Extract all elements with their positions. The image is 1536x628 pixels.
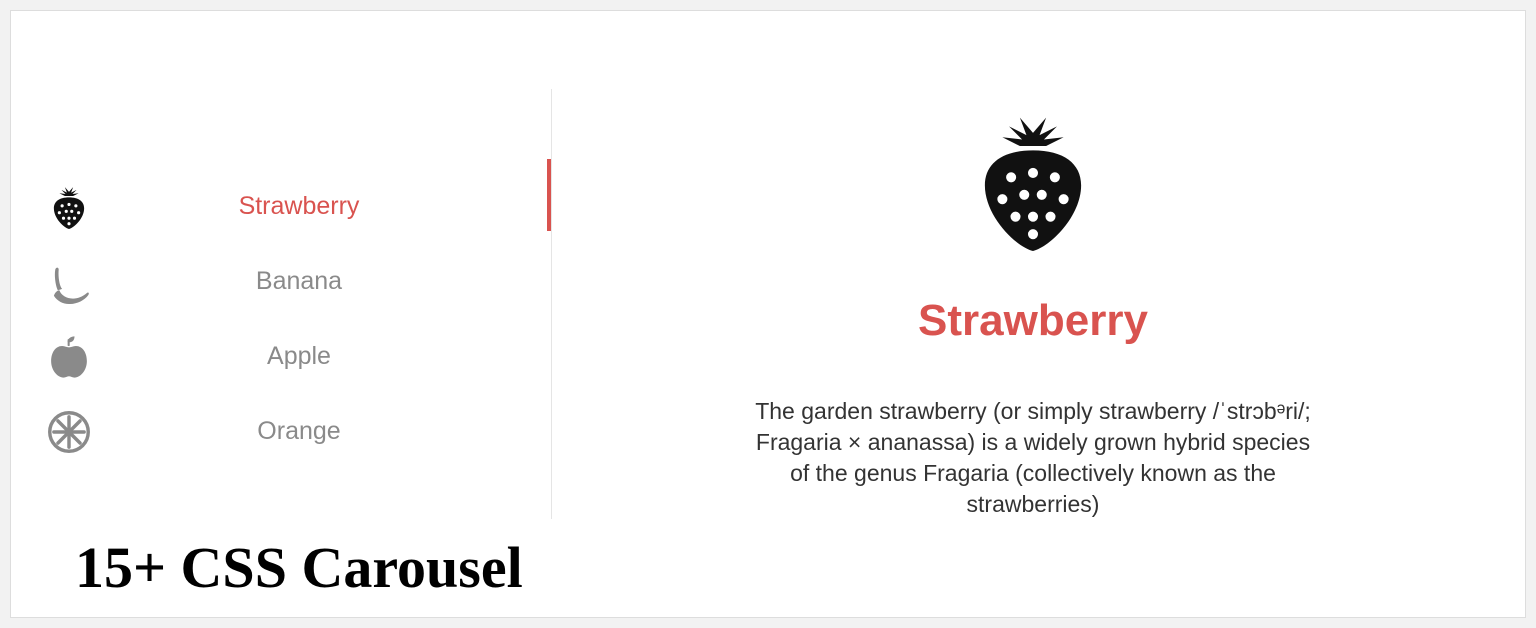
nav-item-label: Banana <box>107 267 551 296</box>
apple-icon <box>47 335 107 379</box>
banana-icon <box>47 260 107 304</box>
nav-item-label: Orange <box>107 417 551 446</box>
vertical-divider <box>551 89 552 519</box>
detail-title: Strawberry <box>918 296 1148 346</box>
nav-item-orange[interactable]: Orange <box>11 394 551 469</box>
nav-item-apple[interactable]: Apple <box>11 319 551 394</box>
orange-icon <box>47 410 107 454</box>
nav-list: Strawberry Banana Apple Orange <box>11 169 551 469</box>
carousel-card: Strawberry Banana Apple Orange <box>10 10 1526 618</box>
strawberry-icon <box>47 185 107 229</box>
page-heading: 15+ CSS Carousel <box>75 534 523 601</box>
detail-panel: Strawberry The garden strawberry (or sim… <box>581 81 1485 577</box>
nav-item-banana[interactable]: Banana <box>11 244 551 319</box>
nav-item-strawberry[interactable]: Strawberry <box>11 169 551 244</box>
sidebar: Strawberry Banana Apple Orange <box>11 11 551 617</box>
strawberry-icon <box>963 111 1103 256</box>
detail-description: The garden strawberry (or simply strawbe… <box>753 396 1313 520</box>
nav-item-label: Strawberry <box>107 192 551 221</box>
nav-item-label: Apple <box>107 342 551 371</box>
